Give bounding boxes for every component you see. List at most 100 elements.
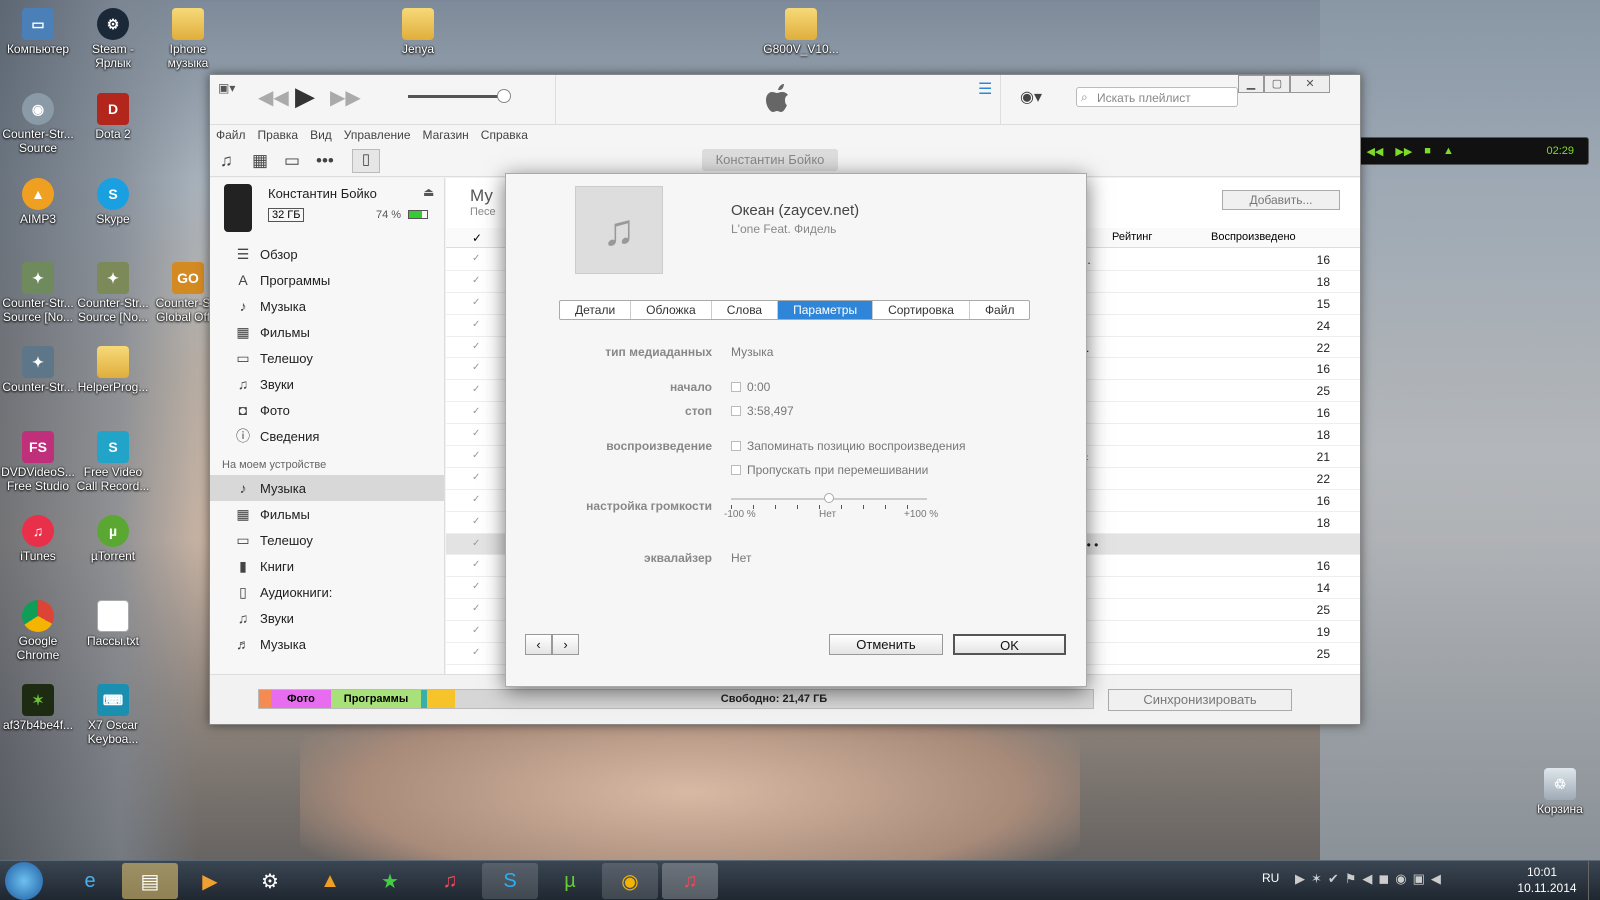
tv-icon[interactable]: ▭: [284, 151, 300, 171]
volume-adjust-knob[interactable]: [824, 493, 834, 503]
prev-icon[interactable]: ◀◀: [1366, 145, 1383, 158]
ok-button[interactable]: OK: [953, 634, 1066, 655]
film-icon[interactable]: ▦: [252, 151, 268, 171]
volume-adjust-slider[interactable]: [731, 493, 927, 510]
equalizer-value[interactable]: Нет: [731, 551, 751, 565]
desktop-icon-iphone-music[interactable]: Iphone музыка: [150, 8, 226, 70]
device-button[interactable]: Константин Бойко: [702, 149, 838, 171]
row-check-icon[interactable]: ✓: [472, 319, 480, 330]
taskbar-ie[interactable]: e: [62, 863, 118, 899]
menu-view[interactable]: Вид: [310, 125, 332, 145]
sidebar-item-device-books[interactable]: ▮ Книги: [210, 553, 444, 579]
sidebar-item-device-playlist[interactable]: ♬ Музыка: [210, 631, 444, 657]
remember-position-option[interactable]: Запоминать позицию воспроизведения: [731, 439, 965, 453]
tab-file[interactable]: Файл: [970, 301, 1030, 319]
sidebar-item-apps[interactable]: A Программы: [210, 267, 444, 293]
taskbar-skype[interactable]: S: [482, 863, 538, 899]
sidebar-item-tones[interactable]: ♫ Звуки: [210, 371, 444, 397]
desktop-icon-dvdvideosoft[interactable]: FS DVDVideoS... Free Studio: [0, 431, 76, 493]
row-check-icon[interactable]: ✓: [472, 581, 480, 592]
desktop-icon-steam[interactable]: ⚙ Steam - Ярлык: [75, 8, 151, 70]
desktop-icon-free-video-call[interactable]: S Free Video Call Record...: [75, 431, 151, 493]
tab-options[interactable]: Параметры: [778, 301, 874, 319]
taskbar-chrome[interactable]: ◉: [602, 863, 658, 899]
more-icon[interactable]: •••: [316, 151, 334, 171]
row-check-icon[interactable]: ✓: [472, 559, 480, 570]
desktop-icon-x7-oscar[interactable]: ⌨ X7 Oscar Keyboa...: [75, 684, 151, 746]
volume-slider[interactable]: [408, 95, 504, 98]
skip-shuffle-option[interactable]: Пропускать при перемешивании: [731, 463, 928, 477]
minimize-button[interactable]: ▁: [1238, 75, 1264, 93]
list-view-icon[interactable]: ☰: [978, 79, 992, 99]
desktop-icon-aimp3[interactable]: ▲ AIMP3: [0, 178, 76, 226]
taskbar-explorer[interactable]: ▤: [122, 863, 178, 899]
menu-controls[interactable]: Управление: [344, 125, 411, 145]
sidebar-item-info[interactable]: ⓘ Сведения: [210, 423, 444, 449]
start-checkbox[interactable]: [731, 382, 741, 392]
desktop-icon-chrome[interactable]: Google Chrome: [0, 600, 76, 662]
sidebar-item-device-movies[interactable]: ▦ Фильмы: [210, 501, 444, 527]
desktop-icon-computer[interactable]: ▭ Компьютер: [0, 8, 76, 56]
sidebar-item-movies[interactable]: ▦ Фильмы: [210, 319, 444, 345]
desktop-icon-passy[interactable]: Пассы.txt: [75, 600, 151, 648]
row-check-icon[interactable]: ✓: [472, 275, 480, 286]
sidebar-item-device-tones[interactable]: ♫ Звуки: [210, 605, 444, 631]
media-type-value[interactable]: Музыка: [731, 345, 773, 359]
next-icon[interactable]: ▶▶: [1395, 145, 1412, 158]
taskbar-utorrent[interactable]: µ: [542, 863, 598, 899]
sidebar-item-overview[interactable]: ☰ Обзор: [210, 241, 444, 267]
desktop-icon-skype[interactable]: S Skype: [75, 178, 151, 226]
desktop-icon-cs-source-no2[interactable]: ✦ Counter-Str... Source [No...: [75, 262, 151, 324]
taskbar-itunes[interactable]: ♫: [422, 863, 478, 899]
tab-details[interactable]: Детали: [560, 301, 632, 319]
window-menu-icon[interactable]: ▣▾: [218, 81, 235, 95]
close-button[interactable]: ✕: [1290, 75, 1330, 93]
desktop-icon-cs-source-no1[interactable]: ✦ Counter-Str... Source [No...: [0, 262, 76, 324]
tab-sorting[interactable]: Сортировка: [873, 301, 970, 319]
row-check-icon[interactable]: ✓: [472, 625, 480, 636]
column-rating[interactable]: Рейтинг: [1112, 231, 1152, 243]
cancel-button[interactable]: Отменить: [829, 634, 943, 655]
row-check-icon[interactable]: ✓: [472, 494, 480, 505]
desktop-icon-dota2[interactable]: D Dota 2: [75, 93, 151, 141]
show-desktop-button[interactable]: [1588, 861, 1600, 900]
row-check-icon[interactable]: ✓: [472, 647, 480, 658]
stop-icon[interactable]: ■: [1424, 145, 1431, 157]
add-button[interactable]: Добавить...: [1222, 190, 1340, 210]
rewind-icon[interactable]: ◀◀: [258, 85, 289, 110]
taskbar-itunes-active[interactable]: ♫: [662, 863, 718, 899]
row-check-icon[interactable]: ✓: [472, 362, 480, 373]
taskbar-steam[interactable]: ⚙: [242, 863, 298, 899]
menu-store[interactable]: Магазин: [423, 125, 469, 145]
stop-checkbox[interactable]: [731, 406, 741, 416]
column-plays[interactable]: Воспроизведено: [1211, 231, 1296, 243]
sidebar-item-music[interactable]: ♪ Музыка: [210, 293, 444, 319]
sync-button[interactable]: Синхронизировать: [1108, 689, 1292, 711]
sidebar-item-photos[interactable]: ◘ Фото: [210, 397, 444, 423]
clock-date[interactable]: 10.11.2014: [1512, 881, 1582, 895]
row-check-icon[interactable]: ✓: [472, 428, 480, 439]
tab-lyrics[interactable]: Слова: [712, 301, 779, 319]
sidebar-item-tvshows[interactable]: ▭ Телешоу: [210, 345, 444, 371]
language-indicator[interactable]: RU: [1262, 871, 1279, 885]
sidebar-item-device-music[interactable]: ♪ Музыка: [210, 475, 444, 501]
row-check-icon[interactable]: ✓: [472, 516, 480, 527]
row-check-icon[interactable]: ✓: [472, 472, 480, 483]
music-note-icon[interactable]: ♫: [220, 151, 233, 171]
row-check-icon[interactable]: ✓: [472, 341, 480, 352]
previous-song-button[interactable]: ‹: [525, 634, 552, 655]
next-song-button[interactable]: ›: [552, 634, 579, 655]
sidebar-item-device-tvshows[interactable]: ▭ Телешоу: [210, 527, 444, 553]
taskbar-aimp[interactable]: ▲: [302, 863, 358, 899]
volume-knob[interactable]: [497, 89, 511, 103]
remember-position-checkbox[interactable]: [731, 441, 741, 451]
menu-file[interactable]: Файл: [216, 125, 246, 145]
account-icon[interactable]: ◉▾: [1020, 87, 1042, 107]
clock-time[interactable]: 10:01: [1512, 865, 1572, 879]
start-field[interactable]: 0:00: [731, 380, 770, 394]
menu-edit[interactable]: Правка: [258, 125, 299, 145]
row-check-icon[interactable]: ✓: [472, 297, 480, 308]
desktop-icon-itunes[interactable]: ♫ iTunes: [0, 515, 76, 563]
desktop-icon-g800v[interactable]: G800V_V10...: [756, 8, 846, 56]
sidebar-item-device-audiobooks[interactable]: ▯ Аудиокниги:: [210, 579, 444, 605]
